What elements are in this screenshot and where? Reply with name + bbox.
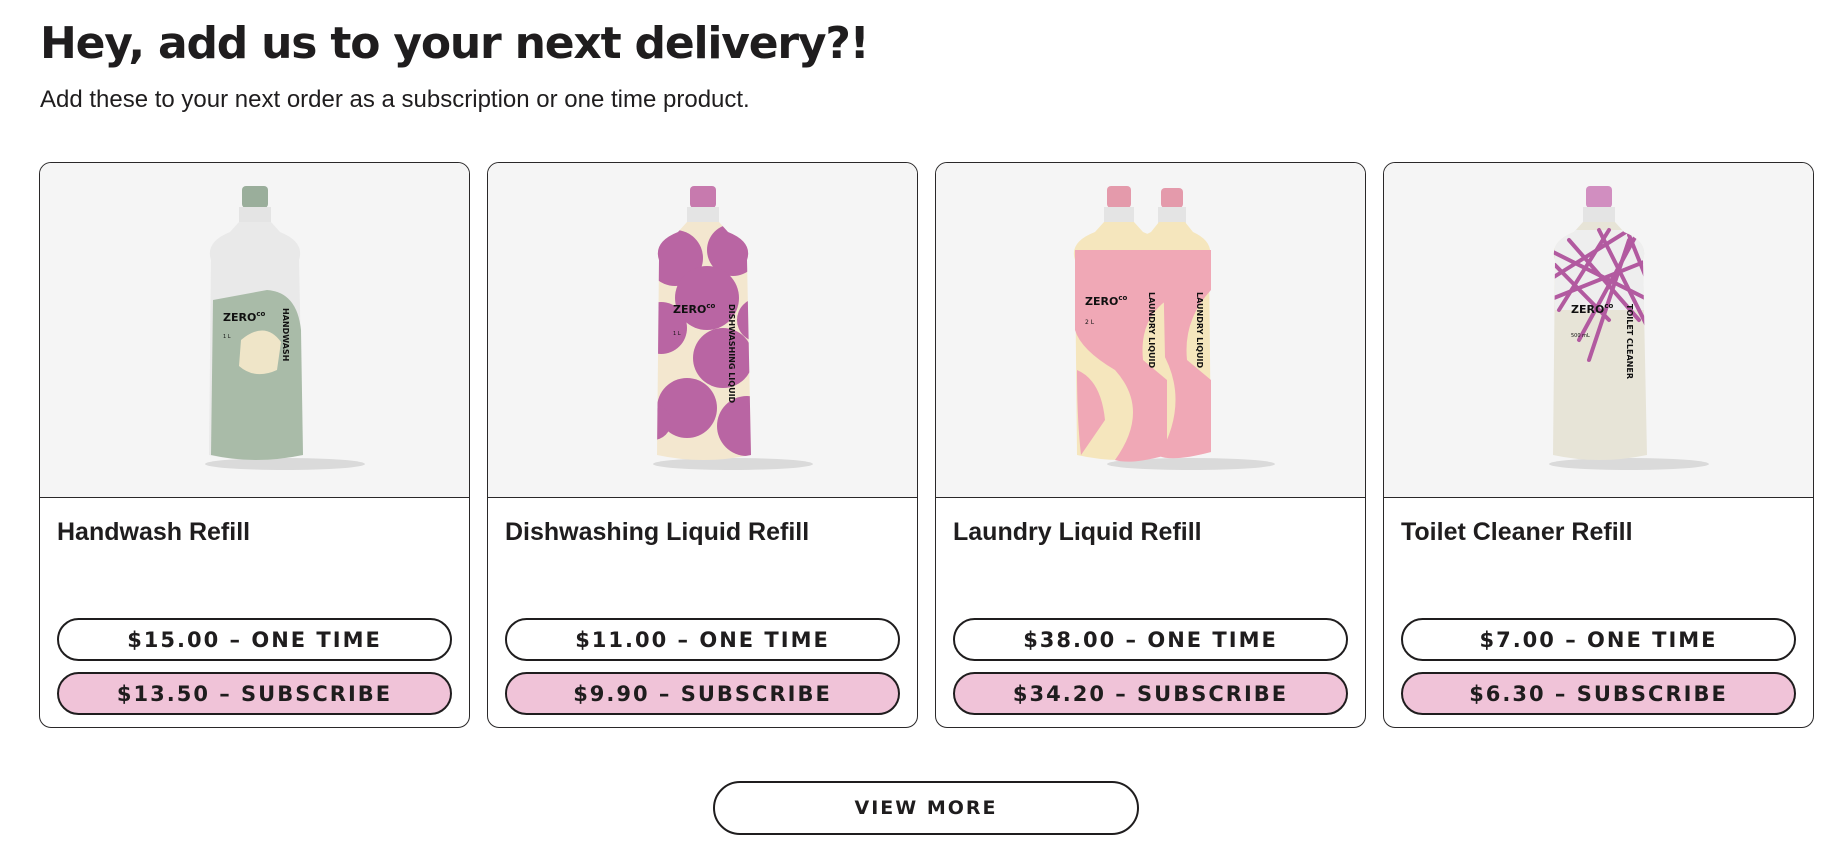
pouch-volume-text: 1 L [673,331,681,337]
laundry-pouch-illustration: ZEROco 2 L LAUNDRY LIQUID LAUNDRY LIQUID [1073,186,1275,470]
pouch-brand-text: ZERO [1571,303,1604,316]
handwash-pouch-illustration: ZEROco 1 L HANDWASH [204,186,365,470]
pouch-label-text: LAUNDRY LIQUID [1147,292,1156,369]
toilet-cleaner-pouch-illustration: ZEROco 500 mL TOILET CLEANER [1548,186,1709,470]
one-time-button[interactable]: $15.00 – ONE TIME [57,618,452,661]
subscribe-button[interactable]: $6.30 – SUBSCRIBE [1401,672,1796,715]
one-time-button[interactable]: $38.00 – ONE TIME [953,618,1348,661]
product-card-handwash: ZEROco 1 L HANDWASH Handwash Refill $15.… [39,162,470,728]
subscribe-button[interactable]: $34.20 – SUBSCRIBE [953,672,1348,715]
pouch-cap [1585,186,1612,208]
pouch-brand-text: ZERO [1085,295,1118,308]
pouch-cap [689,186,716,208]
product-image-dishwashing-liquid[interactable]: ZEROco 1 L DISHWASHING LIQUID [488,163,917,498]
pouch-volume-text: 500 mL [1571,333,1590,339]
pouch-brand-mark-text: co [1604,302,1613,310]
product-image-toilet-cleaner[interactable]: ZEROco 500 mL TOILET CLEANER [1384,163,1813,498]
section-subheading: Add these to your next order as a subscr… [40,86,750,113]
one-time-button[interactable]: $11.00 – ONE TIME [505,618,900,661]
pouch-volume-text: 2 L [1085,319,1095,326]
product-name[interactable]: Handwash Refill [57,518,452,618]
product-card-dishwashing-liquid: ZEROco 1 L DISHWASHING LIQUID Dishwashin… [487,162,918,728]
pouch-label-text: TOILET CLEANER [1625,304,1634,379]
pouch-cap [1106,186,1131,208]
one-time-button[interactable]: $7.00 – ONE TIME [1401,618,1796,661]
product-name[interactable]: Toilet Cleaner Refill [1401,518,1796,618]
product-name[interactable]: Laundry Liquid Refill [953,518,1348,618]
pouch-brand-mark-text: co [706,302,715,310]
product-name[interactable]: Dishwashing Liquid Refill [505,518,900,618]
subscribe-button[interactable]: $9.90 – SUBSCRIBE [505,672,900,715]
pouch-brand-text: ZERO [673,303,706,316]
product-image-laundry-liquid[interactable]: ZEROco 2 L LAUNDRY LIQUID LAUNDRY LIQUID [936,163,1365,498]
pouch-label-text: HANDWASH [281,308,290,361]
pouch-brand-text: ZERO [223,311,256,324]
product-image-handwash[interactable]: ZEROco 1 L HANDWASH [40,163,469,498]
pouch-label-text: LAUNDRY LIQUID [1195,292,1204,369]
pouch-cap [1160,188,1183,208]
pouch-brand-mark-text: co [256,310,265,318]
product-card-list: ZEROco 1 L HANDWASH Handwash Refill $15.… [39,162,1814,728]
product-card-toilet-cleaner: ZEROco 500 mL TOILET CLEANER Toilet Clea… [1383,162,1814,728]
pouch-fill-shape [238,330,281,375]
product-card-laundry-liquid: ZEROco 2 L LAUNDRY LIQUID LAUNDRY LIQUID… [935,162,1366,728]
dishwashing-pouch-illustration: ZEROco 1 L DISHWASHING LIQUID [652,186,813,470]
subscribe-button[interactable]: $13.50 – SUBSCRIBE [57,672,452,715]
pouch-cap [241,186,268,208]
pouch-brand-mark-text: co [1118,294,1127,302]
section-heading: Hey, add us to your next delivery?! [40,18,870,69]
view-more-button[interactable]: VIEW MORE [713,781,1139,835]
pouch-volume-text: 1 L [223,334,231,340]
pouch-label-text: DISHWASHING LIQUID [727,304,736,404]
upsell-section: Hey, add us to your next delivery?! Add … [0,0,1846,862]
